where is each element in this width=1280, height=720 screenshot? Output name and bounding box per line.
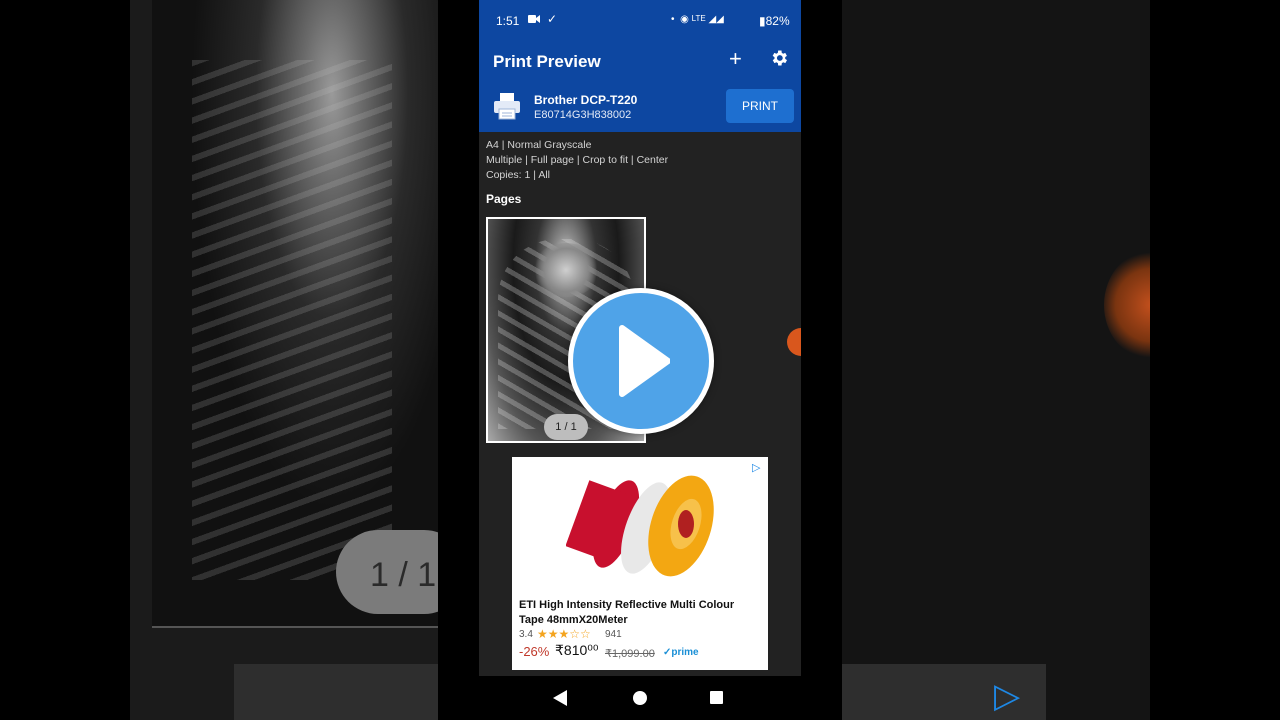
gear-icon[interactable] <box>769 48 789 68</box>
printer-serial: E80714G3H838002 <box>534 109 632 121</box>
signal-strength-icon: ◢◢ <box>708 14 724 25</box>
hotspot-icon: ◉ <box>680 14 689 25</box>
printer-name: Brother DCP-T220 <box>534 93 638 107</box>
download-done-icon: ✓ <box>547 12 558 26</box>
product-mrp: ₹1,099.00 <box>605 648 655 660</box>
plus-icon[interactable]: + <box>729 46 742 72</box>
background-ad-box <box>234 664 438 720</box>
background-orb <box>1104 250 1150 360</box>
battery-level: 82% <box>765 14 790 28</box>
printer-selector[interactable]: Brother DCP-T220 E80714G3H838002 PRINT <box>479 84 801 132</box>
star-rating-icon: ★★★☆☆ <box>537 627 591 641</box>
system-nav-bar <box>479 676 801 720</box>
adchoices-icon: ▷ <box>994 677 1021 715</box>
product-image <box>566 475 714 577</box>
prime-badge: ✓prime <box>663 647 699 658</box>
rating-count: 941 <box>605 629 622 640</box>
printer-icon <box>494 93 520 120</box>
dot-icon: • <box>671 14 675 25</box>
adchoices-icon[interactable]: ▷ <box>752 461 764 474</box>
settings-line-copies: Copies: 1 | All <box>486 169 551 181</box>
home-icon[interactable] <box>633 691 647 705</box>
status-time: 1:51 <box>496 14 520 28</box>
network-type: LTE <box>691 14 706 23</box>
settings-line-paper: A4 | Normal Grayscale <box>486 139 592 151</box>
play-icon <box>619 325 670 397</box>
discount-badge: -26% <box>519 644 550 659</box>
background-page-counter: 1 / 1 <box>336 530 438 614</box>
page-counter: 1 / 1 <box>544 414 588 440</box>
ad-banner[interactable]: ▷ ETI High Intensity Reflective Multi Co… <box>512 457 768 670</box>
recents-icon[interactable] <box>710 691 723 704</box>
settings-line-layout: Multiple | Full page | Crop to fit | Cen… <box>486 154 669 166</box>
play-button[interactable] <box>568 288 714 434</box>
product-rating: 3.4 <box>519 629 533 640</box>
background-video-frame-right: ▷ <box>842 0 1150 720</box>
product-price: ₹810⁰⁰ <box>555 642 599 658</box>
app-bar: Print Preview + <box>479 38 801 84</box>
signal-icons: • ◉ LTE ◢◢ <box>671 14 724 25</box>
print-button[interactable]: PRINT <box>726 89 794 123</box>
product-title: ETI High Intensity Reflective Multi Colo… <box>519 599 735 626</box>
video-camera-icon <box>528 15 540 23</box>
battery-indicator: ▮82% <box>759 14 790 28</box>
back-icon[interactable] <box>553 690 567 706</box>
page-title: Print Preview <box>493 52 601 71</box>
print-settings-summary[interactable]: A4 | Normal Grayscale Multiple | Full pa… <box>486 138 668 183</box>
background-video-frame-left: 1 / 1 <box>130 0 438 720</box>
pages-heading: Pages <box>486 192 522 206</box>
status-bar: 1:51 ✓ • ◉ LTE ◢◢ ▮82% <box>479 0 801 38</box>
